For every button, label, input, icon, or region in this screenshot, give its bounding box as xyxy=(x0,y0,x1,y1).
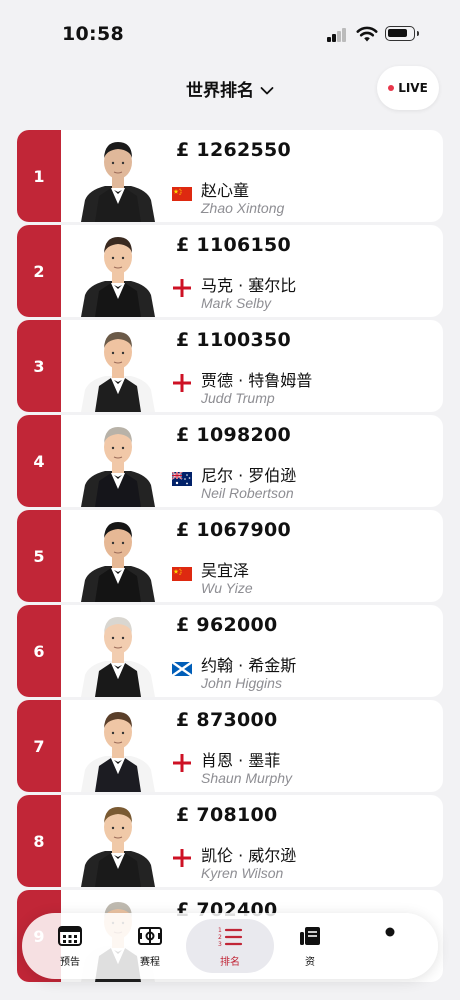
bottom-tab-bar: 预告 赛程 123 排名 资 xyxy=(22,913,438,979)
profile-icon xyxy=(385,927,395,937)
prize-money: £ 1067900 xyxy=(176,519,292,541)
tab-news[interactable]: 资 xyxy=(274,919,346,973)
svg-text:3: 3 xyxy=(218,941,222,947)
player-name-english: John Higgins xyxy=(201,675,282,691)
table-icon xyxy=(138,927,162,945)
australia-flag-icon xyxy=(171,471,192,486)
player-name-english: Shaun Murphy xyxy=(201,770,293,786)
player-name-chinese: 马克 · 塞尔比 xyxy=(201,276,297,295)
england-flag-icon xyxy=(172,754,192,772)
prize-money: £ 873000 xyxy=(176,709,278,731)
player-name-chinese: 肖恩 · 墨菲 xyxy=(201,751,281,770)
news-icon xyxy=(300,927,320,945)
rank-number: 1 xyxy=(17,130,61,222)
player-photo xyxy=(75,797,161,887)
live-dot-icon xyxy=(388,85,395,91)
calendar-icon xyxy=(58,926,82,946)
player-name-english: Zhao Xintong xyxy=(201,200,285,216)
rank-number: 7 xyxy=(17,700,61,792)
rank-number: 6 xyxy=(17,605,61,697)
player-photo xyxy=(75,702,161,792)
ranking-list-icon: 123 xyxy=(218,927,243,948)
prize-money: £ 962000 xyxy=(176,614,278,636)
player-name-chinese: 吴宜泽 xyxy=(201,561,250,580)
ranking-row[interactable]: 5 £ 1067900 吴宜泽 Wu Yize xyxy=(17,510,443,602)
england-flag-icon xyxy=(172,374,192,392)
player-name-english: Judd Trump xyxy=(201,390,275,406)
prize-money: £ 1100350 xyxy=(176,329,292,351)
player-photo xyxy=(75,227,161,317)
status-bar: 10:58 xyxy=(0,0,460,62)
battery-icon xyxy=(385,26,419,41)
player-name-chinese: 尼尔 · 罗伯逊 xyxy=(201,466,297,485)
china-flag-icon xyxy=(172,186,192,201)
ranking-row[interactable]: 6 £ 962000 约翰 · 希金斯 John Higgins xyxy=(17,605,443,697)
rank-number: 3 xyxy=(17,320,61,412)
ranking-row[interactable]: 4 £ 1098200 尼尔 · 罗伯逊 Neil Robertson xyxy=(17,415,443,507)
tab-profile[interactable] xyxy=(354,919,426,973)
player-name-english: Mark Selby xyxy=(201,295,272,311)
tab-label: 预告 xyxy=(60,957,80,968)
ranking-row[interactable]: 7 £ 873000 肖恩 · 墨菲 Shaun Murphy xyxy=(17,700,443,792)
tab-label: 排名 xyxy=(220,957,240,968)
player-photo xyxy=(75,607,161,697)
rank-number: 8 xyxy=(17,795,61,887)
player-photo xyxy=(75,132,161,222)
prize-money: £ 708100 xyxy=(176,804,278,826)
ranking-list: 1 £ 1262550 赵心童 Zhao Xintong 2 £ 1106150… xyxy=(17,130,443,985)
tab-schedule[interactable]: 赛程 xyxy=(114,919,186,973)
tab-label: 赛程 xyxy=(140,957,160,968)
player-photo xyxy=(75,512,161,602)
svg-text:1: 1 xyxy=(218,927,222,934)
player-name-english: Neil Robertson xyxy=(201,485,294,501)
player-name-english: Kyren Wilson xyxy=(201,865,284,881)
england-flag-icon xyxy=(172,849,192,867)
player-name-chinese: 凯伦 · 威尔逊 xyxy=(201,846,297,865)
cellular-signal-icon xyxy=(327,28,347,42)
ranking-row[interactable]: 1 £ 1262550 赵心童 Zhao Xintong xyxy=(17,130,443,222)
player-name-english: Wu Yize xyxy=(201,580,253,596)
tab-ranking[interactable]: 123 排名 xyxy=(186,919,274,973)
page-title: 世界排名 xyxy=(186,81,254,101)
ranking-row[interactable]: 8 £ 708100 凯伦 · 威尔逊 Kyren Wilson xyxy=(17,795,443,887)
svg-text:2: 2 xyxy=(218,934,222,941)
wifi-icon xyxy=(356,26,378,42)
prize-money: £ 1106150 xyxy=(176,234,292,256)
tab-label: 资 xyxy=(305,957,315,968)
rank-number: 2 xyxy=(17,225,61,317)
rank-number: 4 xyxy=(17,415,61,507)
rank-number: 5 xyxy=(17,510,61,602)
england-flag-icon xyxy=(172,279,192,297)
china-flag-icon xyxy=(172,566,192,581)
player-name-chinese: 约翰 · 希金斯 xyxy=(201,656,297,675)
ranking-row[interactable]: 3 £ 1100350 贾德 · 特鲁姆普 Judd Trump xyxy=(17,320,443,412)
prize-money: £ 1262550 xyxy=(176,139,292,161)
player-photo xyxy=(75,322,161,412)
live-button[interactable]: LIVE xyxy=(377,66,439,110)
chevron-down-icon xyxy=(260,81,274,101)
ranking-row[interactable]: 2 £ 1106150 马克 · 塞尔比 Mark Selby xyxy=(17,225,443,317)
status-time: 10:58 xyxy=(62,23,124,45)
live-label: LIVE xyxy=(398,81,428,95)
scotland-flag-icon xyxy=(171,661,193,677)
tab-preview[interactable]: 预告 xyxy=(34,919,106,973)
player-photo xyxy=(75,417,161,507)
player-name-chinese: 贾德 · 特鲁姆普 xyxy=(201,371,313,390)
player-name-chinese: 赵心童 xyxy=(201,181,250,200)
prize-money: £ 1098200 xyxy=(176,424,292,446)
